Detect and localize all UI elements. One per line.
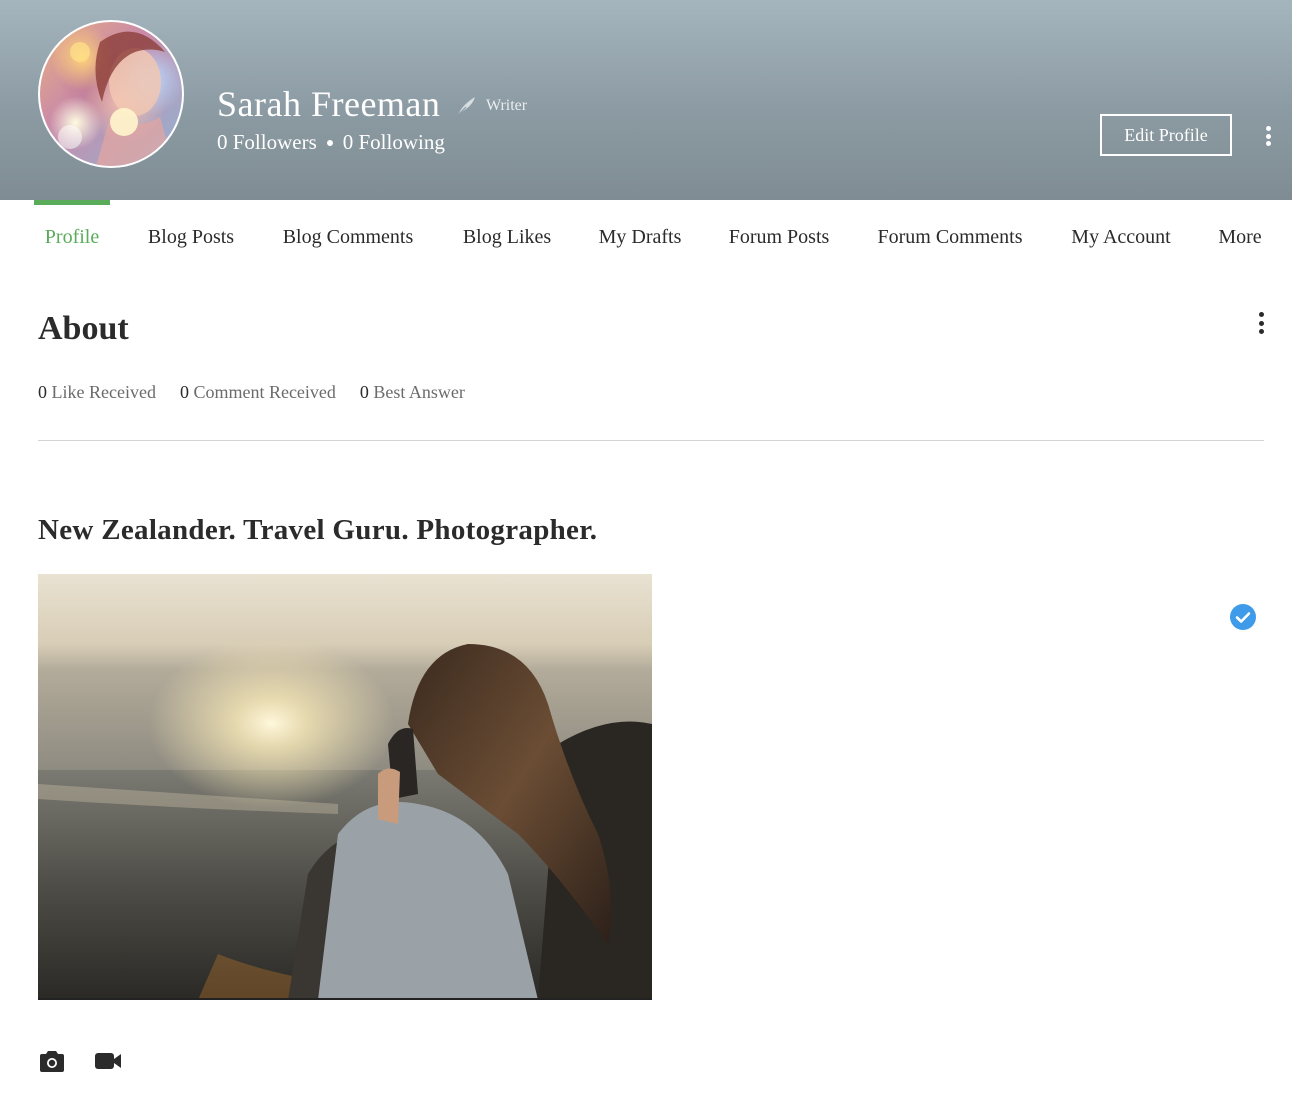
separator-dot	[326, 139, 333, 146]
quill-icon	[456, 95, 478, 117]
stat-count: 0	[179, 382, 189, 402]
bio-heading: New Zealander. Travel Guru. Photographer…	[38, 514, 598, 546]
following-count: 0	[342, 130, 354, 154]
stat-label: Best Answer	[373, 382, 465, 402]
tab-blog-likes[interactable]: Blog Likes	[452, 200, 562, 272]
tab-forum-comments[interactable]: Forum Comments	[868, 200, 1032, 272]
camera-icon[interactable]	[38, 1048, 66, 1074]
stat-count: 0	[38, 382, 47, 402]
stat-label: Like Received	[51, 382, 156, 402]
video-camera-icon[interactable]	[94, 1048, 122, 1074]
more-vertical-icon[interactable]	[1258, 122, 1278, 150]
dot	[1258, 312, 1264, 317]
stat-count: 0	[359, 382, 369, 402]
role-badge: Writer	[456, 94, 527, 118]
dot	[1258, 329, 1264, 334]
dot	[1265, 133, 1271, 139]
role-label: Writer	[486, 97, 528, 114]
tab-blog-comments[interactable]: Blog Comments	[272, 200, 424, 272]
following-label: Following	[358, 130, 445, 154]
stat-best-answer: 0 Best Answer	[360, 382, 465, 403]
about-title: About	[38, 310, 129, 347]
profile-header: Sarah Freeman Writer 0 Followers 0 Follo…	[0, 0, 1292, 200]
bio-photo	[38, 574, 652, 1000]
avatar[interactable]	[38, 20, 184, 168]
followers-link[interactable]: 0 Followers	[217, 130, 317, 155]
stat-comments: 0 Comment Received	[180, 382, 336, 403]
about-stats: 0 Like Received 0 Comment Received 0 Bes…	[38, 382, 465, 403]
followers-label: Followers	[232, 130, 317, 154]
tab-blog-posts[interactable]: Blog Posts	[138, 200, 244, 272]
profile-name: Sarah Freeman	[217, 84, 441, 124]
tab-my-drafts[interactable]: My Drafts	[590, 200, 690, 272]
tab-forum-posts[interactable]: Forum Posts	[718, 200, 840, 272]
followers-count: 0	[217, 130, 228, 154]
stat-likes: 0 Like Received	[38, 382, 156, 403]
dot	[1265, 141, 1271, 146]
profile-tabs: Profile Blog Posts Blog Comments Blog Li…	[0, 200, 1292, 272]
tab-profile[interactable]: Profile	[34, 200, 110, 272]
dot	[1265, 126, 1271, 131]
following-link[interactable]: 0 Following	[343, 130, 445, 155]
edit-profile-button[interactable]: Edit Profile	[1100, 114, 1232, 156]
more-vertical-icon[interactable]	[1251, 310, 1271, 336]
tab-my-account[interactable]: My Account	[1060, 200, 1182, 272]
follow-stats: 0 Followers 0 Following	[217, 130, 445, 155]
media-actions	[38, 1048, 122, 1074]
verified-check-icon	[1229, 603, 1257, 631]
dot	[1258, 320, 1264, 326]
tab-more[interactable]: More	[1208, 200, 1272, 272]
stat-label: Comment Received	[193, 382, 336, 402]
divider	[38, 440, 1264, 441]
